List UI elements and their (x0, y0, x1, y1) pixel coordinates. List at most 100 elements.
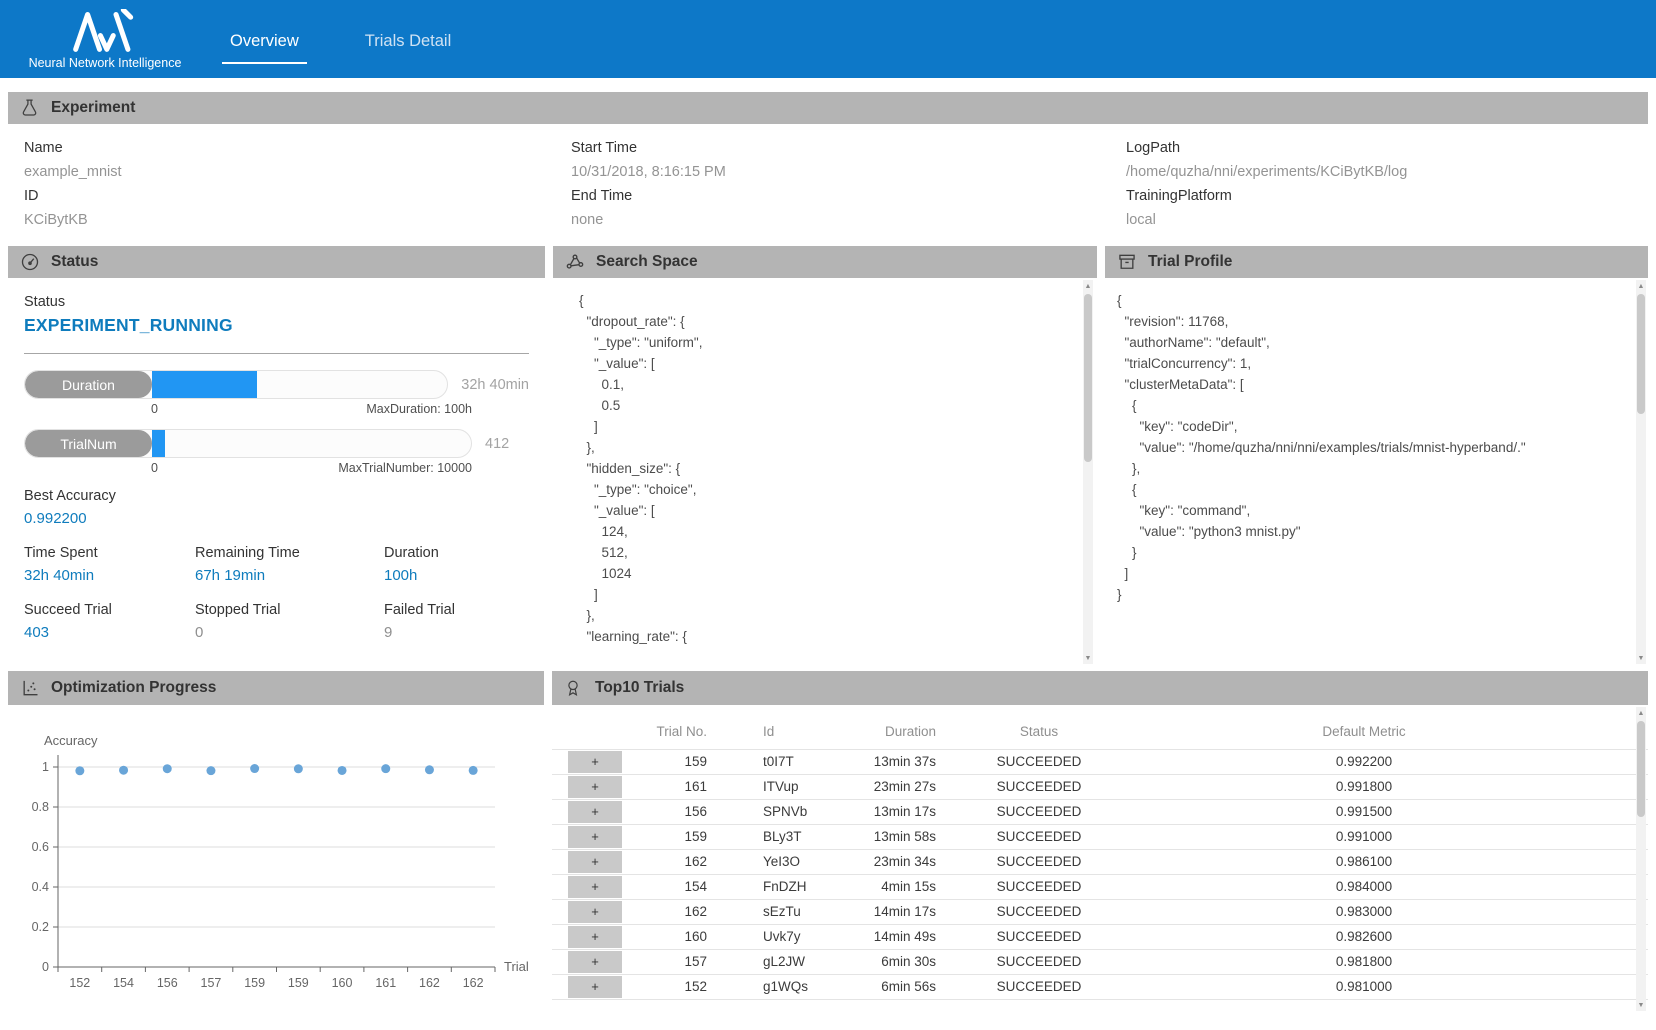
stat-time-spent: Time Spent 32h 40min (24, 545, 195, 584)
expand-button[interactable]: + (568, 926, 622, 948)
table-row: + 162 YeI3O 23min 34s SUCCEEDED 0.986100 (552, 849, 1648, 874)
trial-status-cell: SUCCEEDED (936, 949, 1142, 974)
scrollbar-up-icon[interactable]: ▲ (1636, 280, 1646, 292)
svg-text:Trial: Trial (504, 959, 529, 974)
nni-logo[interactable]: Neural Network Intelligence (26, 9, 184, 70)
duration-progress-bar: Duration (24, 370, 448, 399)
duration-min: 0 (151, 402, 158, 416)
trial-metric-cell: 0.991500 (1142, 799, 1586, 824)
expand-button[interactable]: + (568, 751, 622, 773)
svg-text:159: 159 (288, 976, 309, 990)
expand-button[interactable]: + (568, 851, 622, 873)
nni-logo-icon (70, 9, 140, 53)
trialnum-progress-row: TrialNum 412 (24, 429, 529, 458)
status-body: Status EXPERIMENT_RUNNING Duration 32h 4… (8, 278, 545, 666)
scrollbar-down-icon[interactable]: ▼ (1636, 999, 1646, 1011)
trial-id-cell: Uvk7y (707, 924, 806, 949)
archive-box-icon (1117, 252, 1137, 272)
search-space-scrollbar[interactable]: ▲ ▼ (1083, 280, 1093, 664)
duration-max: MaxDuration: 100h (366, 402, 472, 416)
expand-button[interactable]: + (568, 976, 622, 998)
experiment-title: Experiment (51, 99, 135, 117)
trialnum-max: MaxTrialNumber: 10000 (338, 461, 472, 475)
nni-overview-page: Neural Network Intelligence Overview Tri… (0, 0, 1656, 1030)
svg-text:Accuracy: Accuracy (44, 733, 98, 748)
trialnum-bar-fill (152, 430, 165, 457)
scrollbar-thumb[interactable] (1084, 294, 1092, 462)
trial-metric-cell: 0.986100 (1142, 849, 1586, 874)
stat-succeed-trial: Succeed Trial 403 (24, 602, 195, 641)
col-header-id: Id (707, 715, 806, 749)
scrollbar-thumb[interactable] (1637, 294, 1645, 414)
trial-id-cell: sEzTu (707, 899, 806, 924)
table-row: + 159 BLy3T 13min 58s SUCCEEDED 0.991000 (552, 824, 1648, 849)
optimization-chart-body: 00.20.40.60.8115215415615715915916016116… (8, 705, 544, 1013)
scrollbar-up-icon[interactable]: ▲ (1083, 280, 1093, 292)
expand-button[interactable]: + (568, 826, 622, 848)
experiment-col-3: LogPath /home/quzha/nni/experiments/KCiB… (1126, 136, 1656, 232)
status-label: Status (24, 294, 529, 310)
divider (24, 353, 529, 354)
field-label: Start Time (571, 136, 1126, 160)
stat-stopped-trial: Stopped Trial 0 (195, 602, 384, 641)
expand-button[interactable]: + (568, 951, 622, 973)
expand-cell: + (552, 849, 622, 874)
tab-overview[interactable]: Overview (222, 18, 307, 64)
top-nav: Neural Network Intelligence Overview Tri… (0, 0, 1656, 78)
col-header-trial-no: Trial No. (622, 715, 707, 749)
duration-bar-fill (152, 371, 257, 398)
expand-cell: + (552, 874, 622, 899)
search-space-section-header: Search Space (553, 246, 1097, 278)
gauge-icon (20, 252, 40, 272)
svg-text:162: 162 (463, 976, 484, 990)
top-trials-scrollbar[interactable]: ▲ ▼ (1636, 707, 1646, 1011)
svg-text:154: 154 (113, 976, 134, 990)
svg-text:156: 156 (157, 976, 178, 990)
brand-text: Neural Network Intelligence (29, 56, 182, 70)
trial-duration-cell: 23min 34s (806, 849, 936, 874)
trial-profile-scrollbar[interactable]: ▲ ▼ (1636, 280, 1646, 664)
trial-status-cell: SUCCEEDED (936, 924, 1142, 949)
field-value: local (1126, 208, 1656, 232)
trial-metric-cell: 0.981000 (1142, 974, 1586, 999)
col-header-default-metric: Default Metric (1142, 715, 1586, 749)
svg-text:0.4: 0.4 (32, 880, 49, 894)
svg-text:1: 1 (42, 760, 49, 774)
scrollbar-thumb[interactable] (1637, 721, 1645, 817)
table-row: + 152 g1WQs 6min 56s SUCCEEDED 0.981000 (552, 974, 1648, 999)
top-trials-section-header: Top10 Trials (552, 671, 1648, 705)
trial-profile-json: { "revision": 11768, "authorName": "defa… (1105, 278, 1648, 605)
expand-button[interactable]: + (568, 876, 622, 898)
table-row: + 156 SPNVb 13min 17s SUCCEEDED 0.991500 (552, 799, 1648, 824)
svg-text:161: 161 (375, 976, 396, 990)
svg-text:157: 157 (201, 976, 222, 990)
trialnum-min: 0 (151, 461, 158, 475)
trial-status-cell: SUCCEEDED (936, 899, 1142, 924)
experiment-col-2: Start Time 10/31/2018, 8:16:15 PM End Ti… (571, 136, 1126, 232)
status-panel: Status Status EXPERIMENT_RUNNING Duratio… (8, 246, 545, 666)
scatter-chart-icon (20, 678, 40, 698)
scrollbar-up-icon[interactable]: ▲ (1636, 707, 1646, 719)
tab-trials-detail[interactable]: Trials Detail (357, 18, 460, 64)
trial-id-cell: t0I7T (707, 749, 806, 774)
search-space-json: { "dropout_rate": { "_type": "uniform", … (553, 278, 1097, 647)
expand-button[interactable]: + (568, 776, 622, 798)
trial-id-cell: gL2JW (707, 949, 806, 974)
expand-button[interactable]: + (568, 801, 622, 823)
svg-text:0.2: 0.2 (32, 920, 49, 934)
top-trials-title: Top10 Trials (595, 679, 684, 697)
trial-no-cell: 157 (622, 949, 707, 974)
field-value: 10/31/2018, 8:16:15 PM (571, 160, 1126, 184)
scrollbar-down-icon[interactable]: ▼ (1636, 652, 1646, 664)
scrollbar-down-icon[interactable]: ▼ (1083, 652, 1093, 664)
field-label: ID (24, 184, 571, 208)
expand-button[interactable]: + (568, 901, 622, 923)
medal-icon (564, 678, 584, 698)
field-value: example_mnist (24, 160, 571, 184)
trial-id-cell: FnDZH (707, 874, 806, 899)
trial-status-cell: SUCCEEDED (936, 974, 1142, 999)
expand-column-header (552, 715, 622, 749)
trial-metric-cell: 0.981800 (1142, 949, 1586, 974)
trial-id-cell: SPNVb (707, 799, 806, 824)
search-space-title: Search Space (596, 253, 698, 271)
